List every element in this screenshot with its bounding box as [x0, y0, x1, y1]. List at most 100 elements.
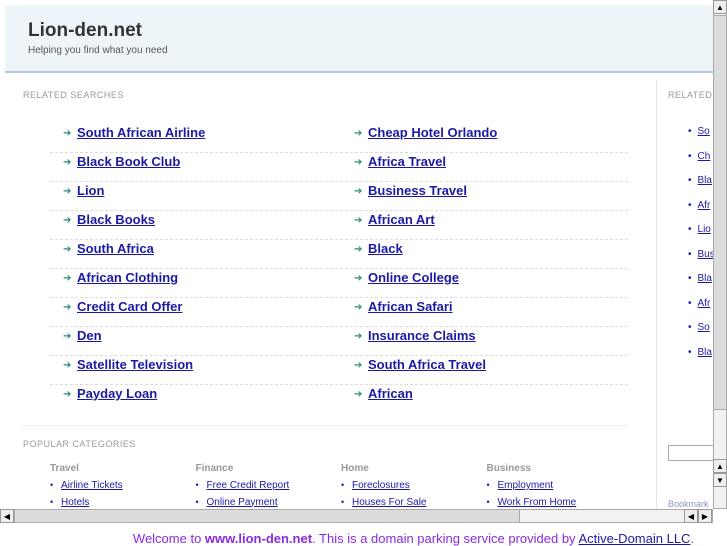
sidebar-link-label: Ch	[697, 150, 711, 162]
arrow-icon: ➔	[63, 215, 72, 226]
category-link[interactable]: Work From Home	[498, 497, 577, 508]
bullet-icon: •	[486, 480, 490, 490]
bullet-icon: •	[688, 273, 692, 284]
bookmark-link[interactable]: Bookmark	[668, 499, 709, 509]
arrow-icon: ➔	[354, 186, 363, 197]
related-search-link[interactable]: Cheap Hotel Orlando	[368, 125, 497, 140]
sidebar-link-label: Afr	[697, 199, 711, 211]
scroll-up-button-2[interactable]: ▲	[713, 459, 727, 473]
footer-text-2: . This is a domain parking service provi…	[312, 531, 579, 546]
related-search-link[interactable]: Black Books	[77, 212, 155, 227]
related-search-link[interactable]: African	[368, 386, 413, 401]
sidebar-link-label: So	[697, 322, 710, 333]
category-link[interactable]: Employment	[498, 480, 554, 491]
related-search-link[interactable]: Black Book Club	[77, 154, 180, 169]
sidebar-link-label: So	[697, 126, 710, 137]
footer-domain: www.lion-den.net	[204, 531, 313, 546]
scroll-down-button[interactable]: ▼	[713, 473, 727, 487]
bullet-icon: •	[688, 199, 692, 211]
sidebar-link-label: Bla	[697, 175, 712, 186]
bullet-icon: •	[50, 496, 54, 507]
related-search-link[interactable]: African Art	[368, 212, 435, 227]
sidebar-link[interactable]: • Bla	[688, 347, 713, 358]
related-search-link[interactable]: Online College	[368, 270, 459, 285]
arrow-icon: ➔	[63, 157, 72, 168]
scroll-right-button[interactable]: ▶	[698, 509, 712, 523]
arrow-icon: ➔	[63, 331, 72, 342]
arrow-icon: ➔	[354, 128, 363, 139]
footer-text: Welcome to	[132, 531, 205, 546]
related-search-link[interactable]: African Clothing	[77, 270, 178, 285]
horizontal-scroll-thumb[interactable]	[14, 509, 520, 523]
sidebar-divider	[656, 80, 657, 509]
sidebar-link-label: Afr	[697, 297, 711, 309]
arrow-icon: ➔	[63, 244, 72, 255]
bullet-icon: •	[195, 480, 199, 490]
header: Lion-den.net Helping you find what you n…	[5, 5, 713, 73]
category-link[interactable]: Hotels	[61, 497, 89, 508]
sidebar-link-label: Lio	[697, 224, 711, 235]
related-search-link[interactable]: Satellite Television	[77, 357, 193, 372]
related-search-link[interactable]: Black	[368, 241, 403, 256]
related-row	[50, 182, 628, 211]
footer-text-3: .	[690, 531, 695, 546]
sidebar-link[interactable]: • Bla	[688, 175, 713, 186]
scroll-left-button-2[interactable]: ◀	[684, 509, 698, 523]
related-search-link[interactable]: South African Airline	[77, 125, 205, 140]
related-search-link[interactable]: Insurance Claims	[368, 328, 476, 343]
sidebar-link[interactable]: • Bus	[688, 249, 713, 260]
category-heading: Home	[341, 463, 369, 474]
related-search-link[interactable]: Business Travel	[368, 183, 467, 198]
arrow-icon: ➔	[63, 186, 72, 197]
bullet-icon: •	[688, 126, 692, 137]
related-search-link[interactable]: Africa Travel	[368, 154, 446, 169]
related-search-link[interactable]: South Africa	[77, 241, 154, 256]
category-link[interactable]: Airline Tickets	[61, 480, 123, 491]
sidebar-link[interactable]: • Lio	[688, 224, 713, 235]
related-searches-heading: RELATED SEARCHES	[23, 90, 124, 100]
arrow-icon: ➔	[63, 273, 72, 284]
sidebar-link-label: Bus	[697, 248, 713, 260]
sidebar-link[interactable]: • Ch	[688, 151, 713, 162]
category-heading: Business	[486, 463, 531, 474]
sidebar-link-label: Bla	[697, 346, 712, 358]
bullet-icon: •	[486, 496, 490, 507]
active-domain-link[interactable]: Active-Domain LLC	[578, 531, 690, 546]
category-link[interactable]: Foreclosures	[352, 480, 410, 491]
related-search-link[interactable]: Payday Loan	[77, 386, 157, 401]
category-heading: Travel	[50, 463, 79, 474]
sidebar-link[interactable]: • So	[688, 322, 713, 333]
related-search-link[interactable]: Den	[77, 328, 102, 343]
arrow-icon: ➔	[354, 302, 363, 313]
bullet-icon: •	[688, 224, 692, 235]
scroll-left-button[interactable]: ◀	[0, 509, 14, 523]
vertical-scroll-thumb[interactable]	[713, 15, 727, 410]
sidebar-link[interactable]: • So	[688, 126, 713, 137]
arrow-icon: ➔	[63, 389, 72, 400]
category-link[interactable]: Free Credit Report	[207, 480, 290, 491]
bullet-icon: •	[341, 496, 345, 507]
related-search-link[interactable]: South Africa Travel	[368, 357, 486, 372]
category-link[interactable]: Houses For Sale	[352, 497, 426, 508]
category-link[interactable]: Online Payment	[207, 497, 278, 508]
site-title: Lion-den.net	[28, 20, 142, 41]
arrow-icon: ➔	[354, 215, 363, 226]
related-search-link[interactable]: Lion	[77, 183, 104, 198]
sidebar-search-input[interactable]	[668, 445, 713, 461]
arrow-icon: ➔	[354, 389, 363, 400]
scroll-up-button[interactable]: ▲	[713, 0, 727, 14]
sidebar-heading: RELATED	[668, 90, 713, 100]
bullet-icon: •	[688, 322, 692, 333]
arrow-icon: ➔	[63, 360, 72, 371]
related-search-link[interactable]: African Safari	[368, 299, 453, 314]
bullet-icon: •	[688, 346, 692, 358]
related-search-link[interactable]: Credit Card Offer	[77, 299, 182, 314]
sidebar-link[interactable]: • Afr	[688, 298, 713, 309]
arrow-icon: ➔	[354, 331, 363, 342]
arrow-icon: ➔	[63, 302, 72, 313]
sidebar-link[interactable]: • Afr	[688, 200, 713, 211]
site-tagline: Helping you find what you need	[28, 45, 168, 56]
page-viewport: Lion-den.net Helping you find what you n…	[0, 0, 713, 509]
sidebar-link[interactable]: • Bla	[688, 273, 713, 284]
category-heading: Finance	[195, 463, 234, 474]
